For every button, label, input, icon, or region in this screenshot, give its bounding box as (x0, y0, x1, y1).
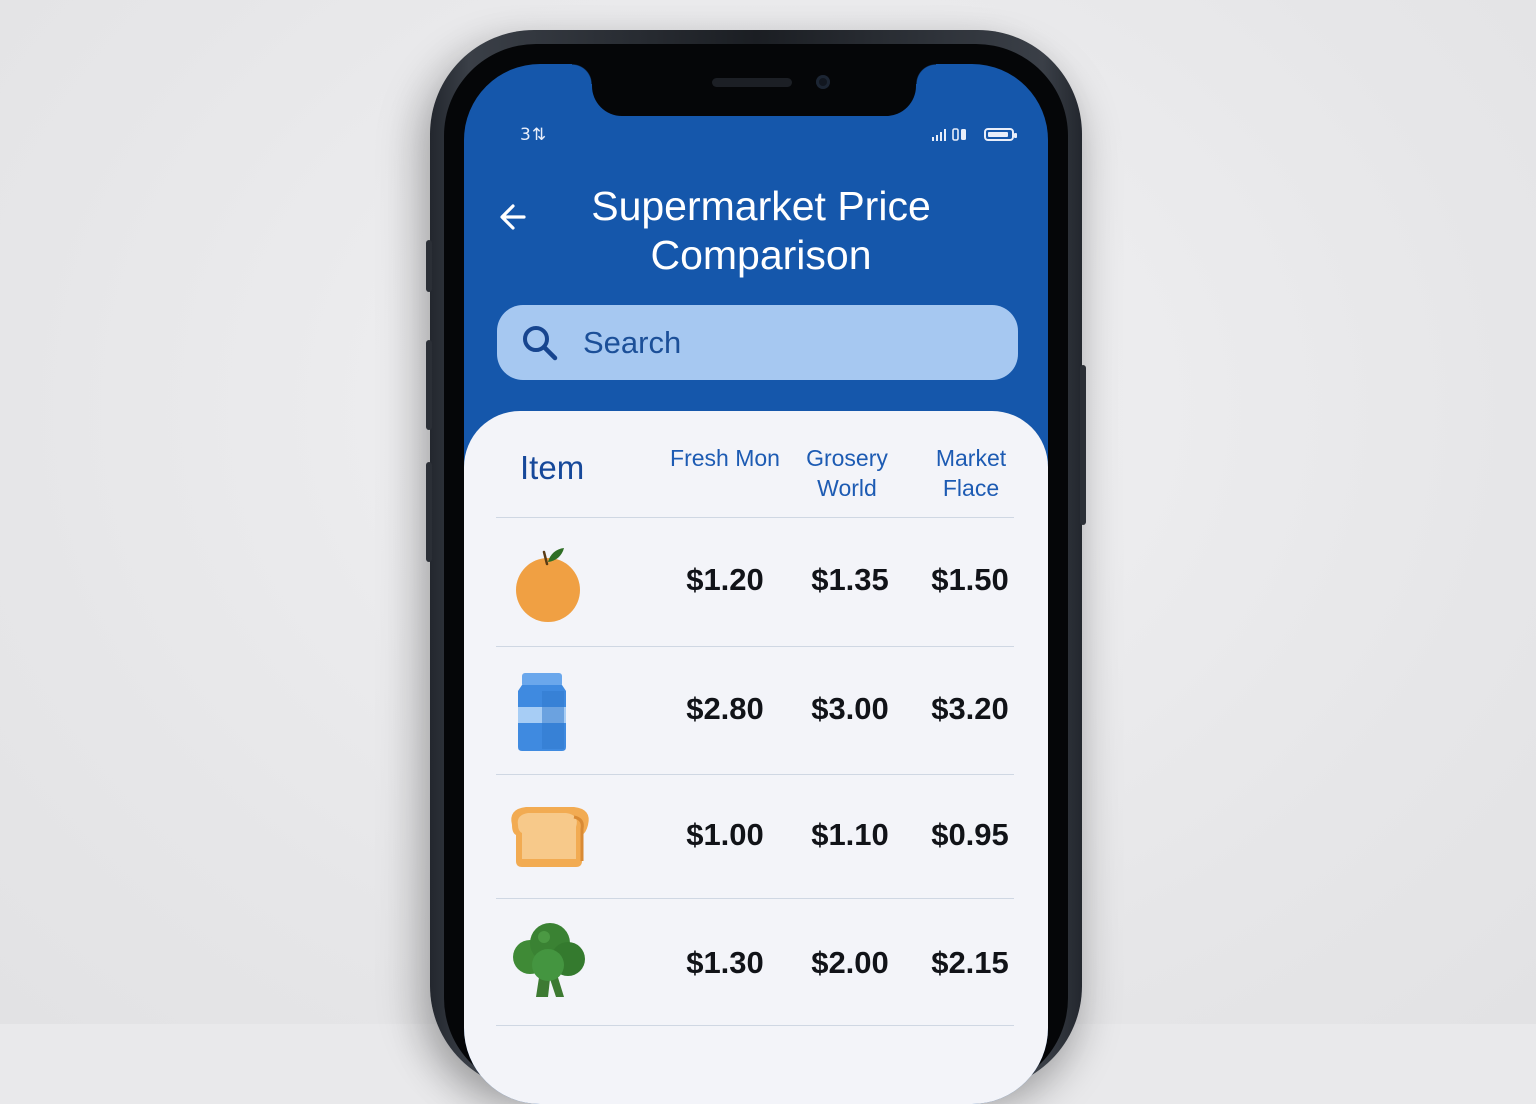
broccoli-icon (513, 923, 585, 997)
phone-frame: 3⇅ Supermarket Price Comparison It (426, 30, 1086, 1104)
comparison-card: Item Fresh Mon Grosery World Market Flac… (464, 411, 1048, 1104)
sim-icon (952, 128, 966, 141)
side-button-volume-down (426, 462, 432, 562)
orange-icon (516, 548, 580, 622)
side-button-power (1080, 365, 1086, 525)
battery-icon (984, 128, 1017, 141)
table-row-orange[interactable]: $1.20 $1.35 $1.50 (496, 518, 1014, 647)
side-button-volume-up (426, 340, 432, 430)
speaker-grille (712, 78, 792, 87)
price-market-flace: $0.95 (931, 817, 1009, 852)
price-grosery-world: $1.35 (811, 562, 889, 597)
column-header-item: Item (520, 449, 585, 486)
side-button-silent (426, 240, 432, 292)
price-fresh-mon: $2.80 (686, 691, 764, 726)
price-grosery-world: $1.10 (811, 817, 889, 852)
screen: 3⇅ Supermarket Price Comparison It (464, 64, 1048, 1104)
price-fresh-mon: $1.00 (686, 817, 764, 852)
price-grosery-world: $3.00 (811, 691, 889, 726)
price-market-flace: $1.50 (931, 562, 1009, 597)
table-row-bread[interactable]: $1.00 $1.10 $0.95 (496, 775, 1014, 899)
search-icon (523, 325, 558, 360)
column-header-grosery-world[interactable]: Grosery World (792, 443, 902, 503)
price-market-flace: $2.15 (931, 945, 1009, 980)
search-input[interactable] (581, 323, 985, 362)
table-row-milk[interactable]: $2.80 $3.00 $3.20 (496, 647, 1014, 775)
price-fresh-mon: $1.30 (686, 945, 764, 980)
notch (572, 64, 936, 116)
price-grosery-world: $2.00 (811, 945, 889, 980)
price-fresh-mon: $1.20 (686, 562, 764, 597)
back-arrow-icon[interactable] (494, 197, 534, 237)
signal-icon (932, 128, 946, 141)
milk-carton-icon (518, 673, 566, 751)
search-bar[interactable] (497, 305, 1018, 380)
price-market-flace: $3.20 (931, 691, 1009, 726)
status-time: 3⇅ (520, 125, 548, 145)
column-header-market-flace[interactable]: Market Flace (916, 443, 1026, 503)
bread-icon (511, 807, 589, 867)
column-header-fresh-mon[interactable]: Fresh Mon (670, 443, 780, 473)
page-title: Supermarket Price Comparison (591, 183, 931, 278)
table-header: Item Fresh Mon Grosery World Market Flac… (496, 443, 1014, 518)
table-row-broccoli[interactable]: $1.30 $2.00 $2.15 (496, 899, 1014, 1026)
status-icons (932, 128, 1017, 141)
front-camera (816, 75, 830, 89)
